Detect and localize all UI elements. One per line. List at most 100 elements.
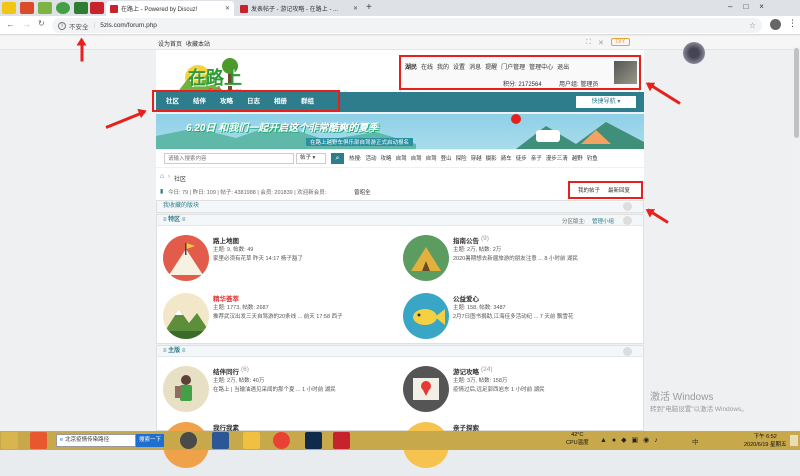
special-title[interactable]: 特区: [168, 217, 180, 223]
forum-last-post[interactable]: 在路上 | 当输油遇见采闻的那个夏 ... 1 小时前 湖民: [213, 385, 336, 393]
star-icon[interactable]: ☆: [749, 21, 756, 30]
forum-title[interactable]: 路上地图: [213, 235, 239, 245]
photoshop-icon[interactable]: [305, 432, 322, 449]
forum-item[interactable]: 路上地图 主题: 9, 帖数: 49 家里必须有花草 昨天 14:17 杨子豁了: [157, 229, 392, 289]
close-icon[interactable]: ✕: [598, 39, 604, 47]
clock[interactable]: 下午 6:52 2020/6/19 星期五: [744, 432, 787, 448]
forum-title[interactable]: 公益爱心: [453, 293, 479, 303]
ime-indicator[interactable]: 中: [692, 436, 699, 446]
hot-search-item[interactable]: 自驾: [411, 154, 422, 162]
diy-button[interactable]: DIY: [611, 38, 631, 46]
chrome-icon[interactable]: [273, 432, 290, 449]
collapse-icon[interactable]: [623, 202, 632, 211]
set-home-link[interactable]: 设为首页: [158, 39, 182, 48]
search-input[interactable]: [164, 153, 294, 164]
hot-search-item[interactable]: 越野: [572, 154, 583, 162]
close-icon[interactable]: ✕: [353, 5, 358, 12]
hot-search-item[interactable]: 穿越: [471, 154, 482, 162]
close-icon[interactable]: ✕: [225, 5, 230, 12]
fullscreen-icon[interactable]: ⛶: [586, 39, 591, 47]
fish-icon[interactable]: [403, 293, 449, 339]
bookmark-link[interactable]: 收藏本站: [186, 39, 210, 48]
main-title[interactable]: 主版: [168, 348, 180, 354]
forward-icon[interactable]: →: [22, 19, 31, 29]
file-explorer-icon[interactable]: [243, 432, 260, 449]
forum-title[interactable]: 结伴同行: [213, 366, 239, 376]
forum-last-post[interactable]: 家里必须有花草 昨天 14:17 杨子豁了: [213, 254, 303, 262]
moderator-link[interactable]: 管理小组: [592, 217, 614, 225]
hot-search-item[interactable]: 亲子: [531, 154, 542, 162]
new-tab-button[interactable]: +: [366, 2, 372, 13]
close-window-button[interactable]: ×: [759, 2, 775, 11]
maximize-button[interactable]: □: [743, 2, 759, 11]
window-controls[interactable]: –□×: [728, 2, 775, 11]
banner[interactable]: 6.20日 和我们一起开启这个非常酷爽的夏季 在路上越野车俱乐部自驾游正式启动报…: [156, 114, 644, 149]
page-scrollbar[interactable]: [793, 46, 800, 431]
start-icon[interactable]: [1, 432, 18, 449]
tab-post[interactable]: 发表帖子 - 游记攻略 - 在路上 - ... ✕: [236, 1, 362, 16]
search-scope-select[interactable]: 帖子 ▾: [296, 153, 326, 164]
info-icon[interactable]: i: [58, 21, 66, 30]
hot-search-item[interactable]: 登山: [441, 154, 452, 162]
collapse-icon[interactable]: [623, 347, 632, 356]
hot-search-item[interactable]: 自驾: [396, 154, 407, 162]
forum-last-post[interactable]: 2020暑期想去新疆旅游的朋友注意 ... 8 小时前 湖民: [453, 254, 578, 262]
forum-item[interactable]: 公益爱心 主题: 158, 帖数: 3487 2月7日图书捐助,江海佳多活动纪 …: [397, 287, 632, 347]
minimize-button[interactable]: –: [728, 2, 743, 11]
media-player-icon[interactable]: [180, 432, 197, 449]
browser-app-icon[interactable]: [333, 432, 350, 449]
forum-item[interactable]: 结伴同行 (6) 主题: 2万, 帖数: 40万 在路上 | 当输油遇见采闻的那…: [157, 360, 392, 420]
pinned-tab-icon[interactable]: [56, 2, 70, 14]
collapse-icon[interactable]: [623, 216, 632, 225]
tent-icon[interactable]: [403, 235, 449, 281]
menu-icon[interactable]: ⋮: [788, 18, 797, 29]
hot-search-item[interactable]: 摄影: [486, 154, 497, 162]
scrollbar-thumb[interactable]: [794, 48, 799, 138]
hot-search-item[interactable]: 活动: [366, 154, 377, 162]
word-icon[interactable]: [212, 432, 229, 449]
flag-mountain-icon[interactable]: [163, 235, 209, 281]
search-icon[interactable]: ⌕: [331, 153, 344, 164]
pinned-tab-icon[interactable]: [20, 2, 34, 14]
pinned-tab-icon[interactable]: [74, 2, 88, 14]
tab-forum[interactable]: 在路上 - Powered by Discuz! ✕: [106, 1, 234, 16]
hiker-icon[interactable]: [163, 366, 209, 412]
hot-search-item[interactable]: 钓鱼: [587, 154, 598, 162]
floating-avatar[interactable]: [683, 42, 705, 64]
forum-last-post[interactable]: 2月7日图书捐助,江海佳多活动纪 ... 7 天前 飘雪花: [453, 312, 573, 320]
favorites-title[interactable]: 我收藏的版块: [157, 201, 643, 212]
hot-search-item[interactable]: 自驾: [426, 154, 437, 162]
hot-search-item[interactable]: 徒步: [516, 154, 527, 162]
quick-nav-button[interactable]: 快捷导航 ▾: [576, 96, 636, 108]
pinned-tab-icon[interactable]: [38, 2, 52, 14]
forum-title[interactable]: 指南公告: [453, 235, 479, 245]
hot-search-item[interactable]: 漫步三清: [546, 154, 568, 162]
pinned-tab-icon[interactable]: [90, 2, 104, 14]
hot-search-item[interactable]: 攻略: [381, 154, 392, 162]
tray-icons[interactable]: ▲●◆▣◉♪: [600, 436, 663, 444]
taskbar-search-input[interactable]: e 北京疫情传染路径: [56, 434, 136, 447]
url-text[interactable]: 5zls.com/forum.php: [100, 22, 157, 29]
back-icon[interactable]: ←: [6, 19, 15, 29]
newest-member-link[interactable]: 曾昭全: [354, 188, 371, 196]
taskbar-search-button[interactable]: 搜索一下: [136, 434, 164, 447]
mountain-icon[interactable]: [163, 293, 209, 339]
profile-icon[interactable]: [770, 19, 781, 30]
forum-item[interactable]: 游记攻略 (24) 主题: 3万, 帖数: 158万 疫情过后,远足郭西岩东 1…: [397, 360, 632, 420]
address-bar[interactable]: i 不安全 | 5zls.com/forum.php ☆: [52, 18, 762, 33]
home-icon[interactable]: ⌂: [160, 173, 164, 180]
forum-title[interactable]: 游记攻略: [453, 366, 479, 376]
hot-search-item[interactable]: 探险: [456, 154, 467, 162]
reload-icon[interactable]: ↻: [38, 19, 45, 28]
forum-last-post[interactable]: 推荐武汉出发三天自驾游的20条线 ... 前天 17:58 西子: [213, 312, 343, 320]
hot-search-item[interactable]: 骑车: [501, 154, 512, 162]
pinned-tab-icon[interactable]: [2, 2, 16, 14]
map-pin-icon[interactable]: [403, 366, 449, 412]
forum-title[interactable]: 精华荟萃: [213, 293, 239, 303]
notification-icon[interactable]: [790, 435, 798, 446]
forum-item[interactable]: 指南公告 (9) 主题: 2万, 帖数: 2万 2020暑期想去新疆旅游的朋友注…: [397, 229, 632, 289]
forum-item[interactable]: 精华荟萃 主题: 1773, 帖数: 2687 推荐武汉出发三天自驾游的20条线…: [157, 287, 392, 347]
pinned-app-icon[interactable]: [30, 432, 47, 449]
breadcrumb-community[interactable]: 社区: [174, 174, 186, 183]
forum-last-post[interactable]: 疫情过后,远足郭西岩东 1 小时前 湖民: [453, 385, 545, 393]
